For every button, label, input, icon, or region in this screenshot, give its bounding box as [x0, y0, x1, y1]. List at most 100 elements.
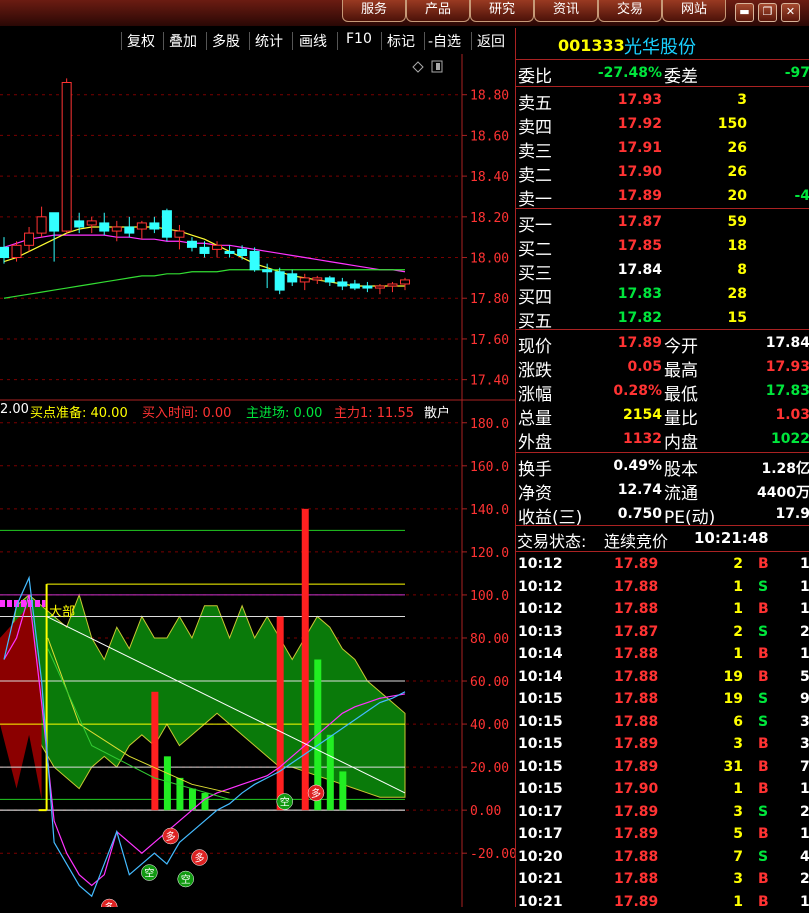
toolbar-divider [381, 32, 382, 50]
indicator-axis-tick-label: 120.0 [470, 546, 509, 561]
tick-row[interactable]: 10:14 17.88 1 B 1 [516, 643, 809, 665]
candle-body [224, 250, 235, 254]
toolbar-remove-watchlist-button[interactable]: -自选 [428, 31, 461, 51]
tick-time: 10:20 [518, 848, 563, 865]
toolbar-f10-button[interactable]: F10 [346, 31, 372, 47]
tick-volume: 1 [733, 646, 743, 662]
tick-row[interactable]: 10:17 17.89 5 B 1 [516, 823, 809, 845]
stat-value: 4400万 [757, 485, 809, 501]
candle-body [124, 226, 135, 234]
tick-time: 10:17 [518, 826, 563, 842]
tick-count: 3 [800, 713, 809, 730]
trade-status-state: 连续竞价 [604, 532, 669, 551]
restore-icon[interactable]: ❐ [758, 3, 777, 22]
tick-volume: 7 [733, 848, 743, 865]
toolbar-divider [424, 32, 425, 50]
tick-price: 17.89 [614, 736, 659, 752]
ask-volume: 26 [727, 140, 747, 156]
quote-label: 内盘 [664, 433, 698, 453]
indicator-axis-tick-label: 180.0 [470, 417, 509, 432]
indicator-axis-tick-label: 40.00 [470, 718, 509, 733]
nav-service-button[interactable]: 服务 [342, 0, 406, 22]
tick-row[interactable]: 10:12 17.88 1 B 1 [516, 598, 809, 620]
tick-volume: 19 [723, 668, 743, 685]
quote-label: 今开 [664, 337, 698, 357]
tick-row[interactable]: 10:15 17.89 31 B 7 [516, 756, 809, 778]
minimize-icon[interactable]: ▬ [735, 3, 754, 22]
tick-row[interactable]: 10:12 17.88 1 S 1 [516, 576, 809, 598]
toolbar-stats-button[interactable]: 统计 [255, 31, 283, 51]
candle-body [237, 248, 248, 256]
indicator-red-bar [301, 508, 309, 811]
sell-marker: 空 [181, 873, 191, 886]
tick-volume: 3 [733, 736, 743, 752]
top-nav-bar: 服务 产品 研究 资讯 交易 网站 ▬ ❐ ✕ [0, 0, 809, 26]
candle-body [312, 277, 323, 281]
nav-trade-button[interactable]: 交易 [598, 0, 662, 22]
indicator-label-buy-time: 买入时间: 0.00 [142, 406, 232, 421]
tick-row[interactable]: 10:15 17.89 3 B 3 [516, 733, 809, 755]
toolbar-fuquan-button[interactable]: 复权 [127, 31, 155, 51]
quote-label: 外盘 [518, 433, 552, 453]
bid-volume: 59 [727, 214, 747, 230]
toolbar-drawline-button[interactable]: 画线 [299, 31, 327, 51]
stat-value: 0.49% [613, 458, 662, 474]
nav-news-button[interactable]: 资讯 [534, 0, 598, 22]
tick-row[interactable]: 10:12 17.89 2 B 1 [516, 553, 809, 575]
sell-marker: 空 [280, 796, 290, 809]
tick-time: 10:12 [518, 556, 563, 572]
ask-price: 17.92 [617, 116, 662, 132]
tick-count: 1 [800, 556, 809, 572]
tick-row[interactable]: 10:15 17.88 6 S 3 [516, 711, 809, 733]
tick-row[interactable]: 10:15 17.88 19 S 9 [516, 688, 809, 710]
tick-price: 17.88 [614, 713, 659, 730]
stat-label: 股本 [664, 460, 698, 480]
quote-value: 1.03 [775, 407, 809, 423]
candle-body [49, 212, 60, 232]
toolbar-overlay-button[interactable]: 叠加 [169, 31, 197, 51]
indicator-axis-tick-label: -20.00 [470, 847, 515, 862]
tick-side: B [758, 871, 769, 887]
tick-row[interactable]: 10:15 17.90 1 B 1 [516, 778, 809, 800]
price-axis-tick-label: 18.60 [470, 129, 509, 144]
stat-label: 净资 [518, 484, 552, 504]
close-icon[interactable]: ✕ [781, 3, 800, 22]
tick-volume: 1 [733, 578, 743, 595]
tick-price: 17.89 [614, 758, 659, 775]
nav-research-button[interactable]: 研究 [470, 0, 534, 22]
indicator-axis-tick-label: 80.00 [470, 632, 509, 647]
tick-price: 17.88 [614, 691, 659, 707]
bid-volume: 15 [727, 310, 747, 326]
tick-row[interactable]: 10:14 17.88 19 B 5 [516, 666, 809, 688]
toolbar-mark-button[interactable]: 标记 [387, 31, 415, 51]
quote-label: 涨跌 [518, 361, 552, 381]
tick-row[interactable]: 10:20 17.88 7 S 4 [516, 846, 809, 868]
tick-row[interactable]: 10:21 17.89 1 B 1 [516, 891, 809, 913]
buy-marker: 多 [311, 787, 321, 800]
tick-row[interactable]: 10:17 17.89 3 S 2 [516, 801, 809, 823]
nav-website-button[interactable]: 网站 [662, 0, 726, 22]
toolbar-multistock-button[interactable]: 多股 [212, 31, 240, 51]
tick-price: 17.89 [614, 556, 659, 572]
quote-value: 17.83 [765, 383, 809, 399]
quote-label: 总量 [518, 409, 552, 429]
tick-volume: 19 [723, 691, 743, 707]
candle-body [262, 269, 273, 273]
indicator-prefix-value: 2.00 [0, 402, 29, 417]
candle-body [387, 283, 398, 287]
toolbar-divider [206, 32, 207, 50]
ask-level-label: 卖三 [518, 142, 552, 162]
nav-product-button[interactable]: 产品 [406, 0, 470, 22]
chart-area[interactable]: 18.80 18.60 18.40 18.20 18.00 17.80 17.60 17.40… [0, 54, 515, 907]
tick-price: 17.89 [614, 803, 659, 820]
tick-side: B [758, 601, 769, 617]
tick-price: 17.88 [614, 871, 659, 887]
tick-volume: 1 [733, 893, 743, 910]
toolbar-back-button[interactable]: 返回 [477, 31, 505, 51]
quote-label: 涨幅 [518, 385, 552, 405]
tick-row[interactable]: 10:13 17.87 2 S 2 [516, 621, 809, 643]
indicator-axis-tick-label: 140.0 [470, 503, 509, 518]
candle-body [86, 220, 97, 226]
buy-marker: 多 [166, 830, 176, 843]
tick-row[interactable]: 10:21 17.88 3 B 2 [516, 868, 809, 890]
